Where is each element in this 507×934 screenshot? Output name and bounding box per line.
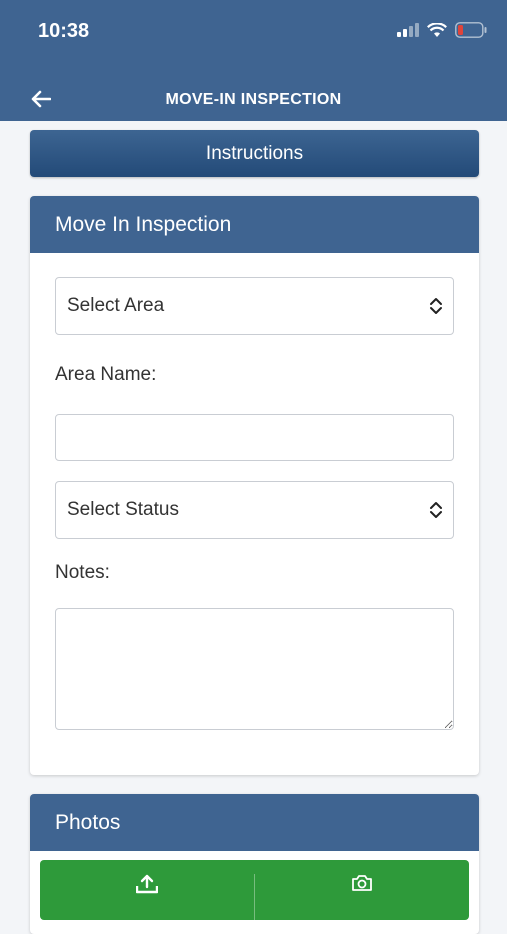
- notes-label: Notes:: [55, 562, 110, 583]
- notes-textarea[interactable]: [55, 608, 454, 730]
- select-area-dropdown[interactable]: Select Area: [55, 277, 454, 335]
- camera-button[interactable]: [255, 860, 469, 920]
- select-status-dropdown[interactable]: Select Status: [55, 481, 454, 539]
- area-name-input[interactable]: [55, 414, 454, 461]
- photo-actions-bar: [40, 860, 469, 920]
- page-title: MOVE-IN INSPECTION: [165, 91, 342, 108]
- camera-icon: [352, 875, 372, 891]
- upload-icon: [136, 874, 158, 894]
- status-icons: [397, 22, 487, 38]
- select-chevron-icon: [430, 298, 442, 314]
- select-status-value: Select Status: [67, 499, 179, 520]
- area-name-label: Area Name:: [55, 364, 157, 385]
- inspection-card-title: Move In Inspection: [30, 196, 479, 253]
- select-area-value: Select Area: [67, 295, 165, 316]
- photos-card-title: Photos: [30, 794, 479, 851]
- upload-photo-button[interactable]: [40, 860, 254, 920]
- status-time: 10:38: [38, 20, 90, 42]
- wifi-icon: [427, 22, 447, 37]
- app-header: 10:38 MOVE-IN INSPECTION: [0, 0, 507, 121]
- select-chevron-icon: [430, 502, 442, 518]
- signal-icon: [397, 23, 419, 37]
- instructions-button[interactable]: Instructions: [30, 130, 479, 177]
- battery-icon: [455, 22, 487, 38]
- photos-card: Photos: [30, 794, 479, 934]
- inspection-card: Move In Inspection Select Area Area Name…: [30, 196, 479, 775]
